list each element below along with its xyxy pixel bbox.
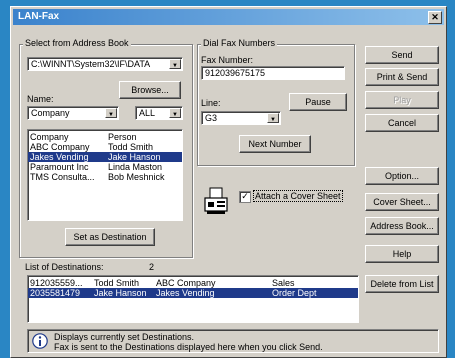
name-label: Name: [27,94,54,104]
send-button[interactable]: Send [365,46,439,64]
chevron-down-icon[interactable]: ▼ [169,59,181,69]
filter-value: ALL [139,108,156,118]
set-as-destination-button[interactable]: Set as Destination [65,228,155,246]
line-dropdown[interactable]: G3 ▼ [201,111,281,125]
cover-sheet-label[interactable]: Attach a Cover Sheet [253,190,343,202]
window-title: LAN-Fax [18,11,60,22]
dial-fax-group-label: Dial Fax Numbers [201,38,278,48]
address-book-row-selected[interactable]: Jakes Vending Jake Hanson [28,152,182,162]
destination-row[interactable]: 912035559... Todd Smith ABC Company Sale… [28,278,358,288]
status-line-1: Displays currently set Destinations. [54,332,195,342]
address-book-button[interactable]: Address Book... [365,217,439,235]
address-book-path-dropdown[interactable]: C:\WINNT\System32\IF\DATA ▼ [27,57,183,71]
fax-number-label: Fax Number: [201,55,254,65]
fax-number-value: 912039675175 [205,68,266,78]
address-book-group-label: Select from Address Book [23,38,131,48]
address-book-row[interactable]: Paramount Inc Linda Maston [28,162,182,172]
delete-from-list-button[interactable]: Delete from List [365,275,439,293]
chevron-down-icon[interactable]: ▼ [267,113,279,123]
name-field-value: Company [31,108,70,118]
help-button[interactable]: Help [365,245,439,263]
address-book-row[interactable]: TMS Consulta... Bob Meshnick [28,172,182,182]
print-and-send-button[interactable]: Print & Send [365,68,439,86]
line-label: Line: [201,98,221,108]
pause-button[interactable]: Pause [289,93,347,111]
fax-number-input[interactable]: 912039675175 [201,66,345,80]
next-number-button[interactable]: Next Number [239,135,311,153]
title-bar[interactable]: LAN-Fax ✕ [13,9,444,25]
address-book-list[interactable]: Company Person ABC Company Todd Smith Ja… [27,129,183,221]
play-button[interactable]: Play [365,91,439,109]
name-field-dropdown[interactable]: Company ▼ [27,106,119,120]
close-icon[interactable]: ✕ [428,11,442,24]
lan-fax-dialog: LAN-Fax ✕ Select from Address Book C:\WI… [10,6,447,358]
chevron-down-icon[interactable]: ▼ [105,108,117,118]
status-line-2: Fax is sent to the Destinations displaye… [54,342,323,352]
address-book-path-value: C:\WINNT\System32\IF\DATA [31,59,151,69]
address-book-row[interactable]: ABC Company Todd Smith [28,142,182,152]
cover-sheet-button[interactable]: Cover Sheet... [365,193,439,211]
chevron-down-icon[interactable]: ▼ [169,108,181,118]
fax-machine-icon [203,187,229,217]
browse-button[interactable]: Browse... [119,81,181,99]
cover-sheet-checkbox[interactable]: ✓ [239,191,251,203]
checkmark-icon: ✓ [241,191,249,201]
filter-dropdown[interactable]: ALL ▼ [135,106,183,120]
destinations-label: List of Destinations: [25,262,104,272]
line-value: G3 [205,113,218,123]
destinations-count: 2 [149,262,155,272]
cancel-button[interactable]: Cancel [365,114,439,132]
address-book-row[interactable]: Company Person [28,132,182,142]
destinations-list[interactable]: 912035559... Todd Smith ABC Company Sale… [27,275,359,323]
destination-row-selected[interactable]: 2035581479 Jake Hanson Jakes Vending Ord… [28,288,358,298]
status-panel: Displays currently set Destinations. Fax… [27,329,439,353]
option-button[interactable]: Option... [365,167,439,185]
info-icon [32,333,48,349]
